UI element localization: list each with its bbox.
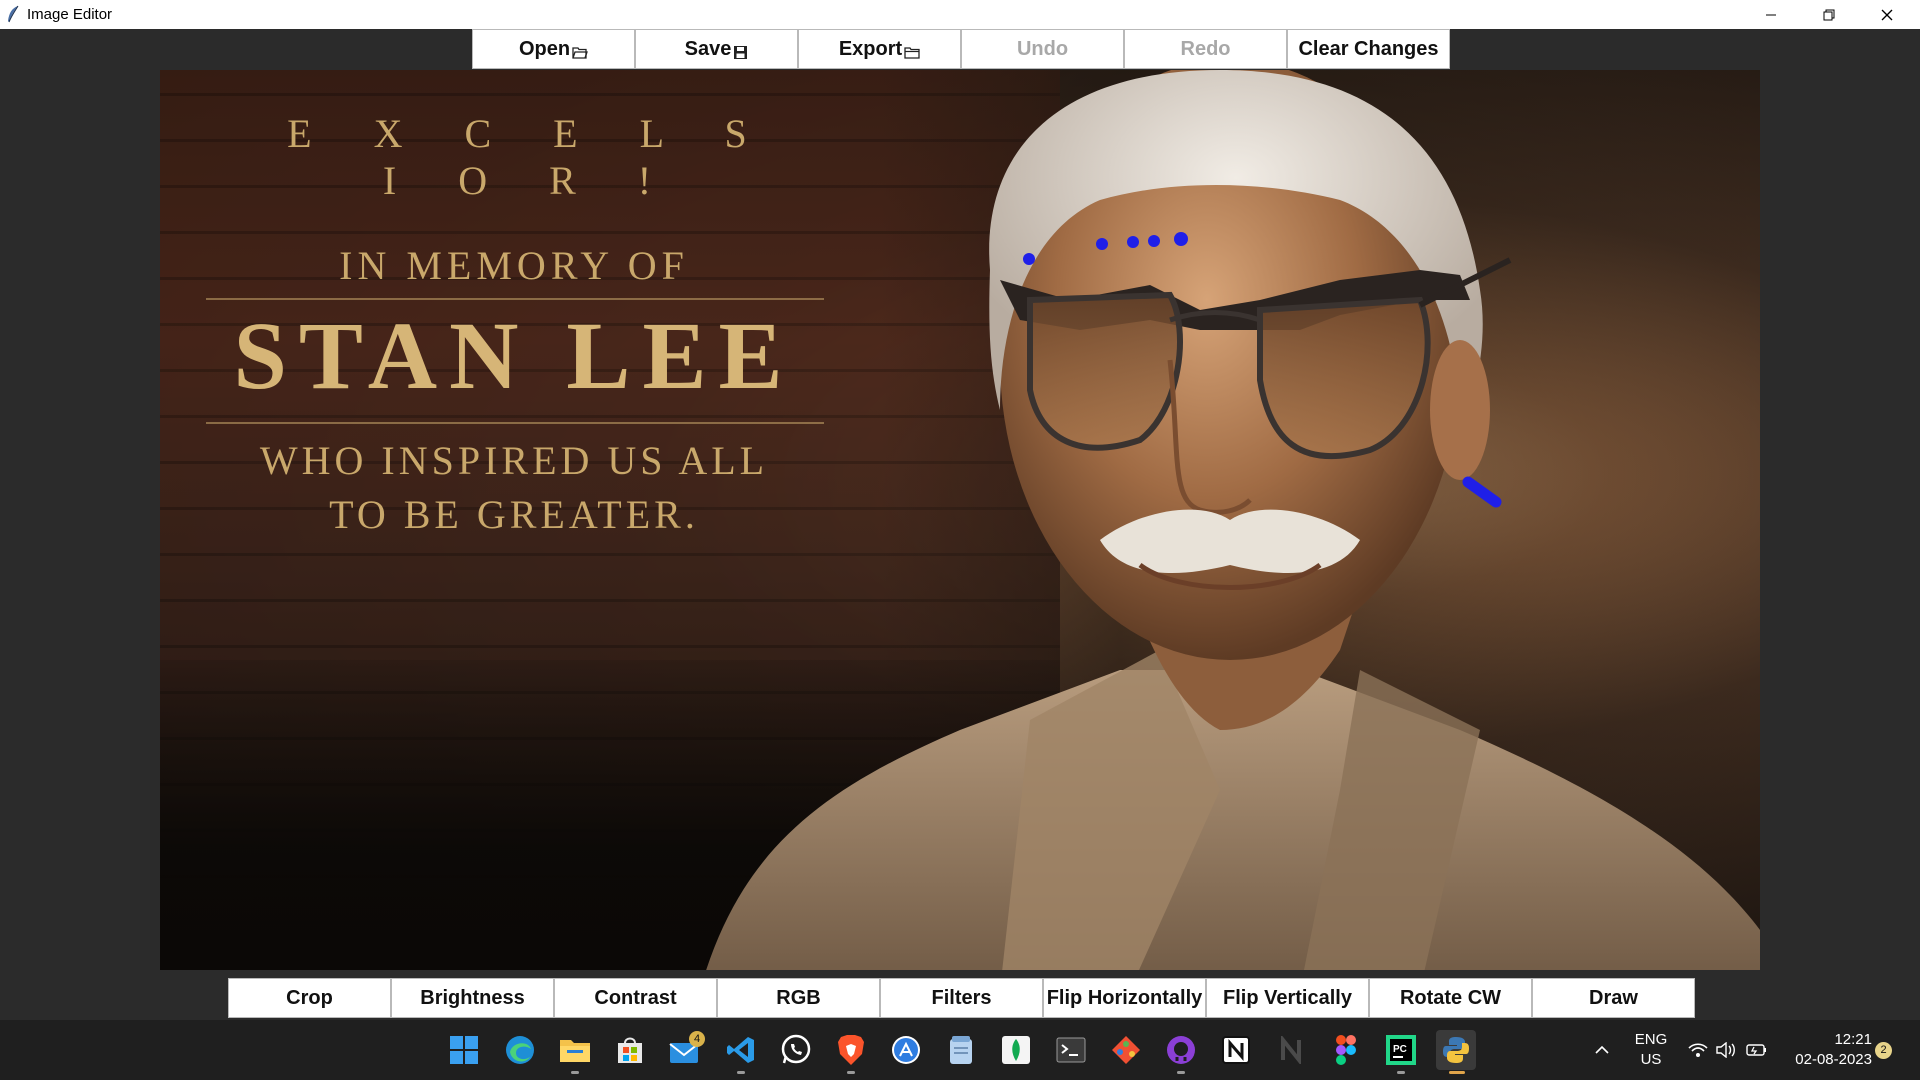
export-button[interactable]: Export (798, 29, 961, 69)
running-indicator (1397, 1071, 1405, 1074)
excelsior-text: E X C E L S I O R ! (287, 111, 773, 203)
close-button[interactable] (1858, 0, 1916, 29)
top-toolbar: Open Save Export Undo Redo Clear Changes (472, 29, 1450, 69)
store-icon[interactable] (610, 1030, 650, 1070)
notion-icon[interactable] (1216, 1030, 1256, 1070)
rgb-button[interactable]: RGB (717, 978, 880, 1018)
flip-vertically-button[interactable]: Flip Vertically (1206, 978, 1369, 1018)
brightness-button[interactable]: Brightness (391, 978, 554, 1018)
flip-horizontally-button[interactable]: Flip Horizontally (1043, 978, 1206, 1018)
rotate-cw-button[interactable]: Rotate CW (1369, 978, 1532, 1018)
language-line-1[interactable]: ENG (1626, 1031, 1676, 1048)
filters-button[interactable]: Filters (880, 978, 1043, 1018)
undo-button[interactable]: Undo (961, 29, 1124, 69)
restore-button[interactable] (1800, 0, 1858, 29)
window-title: Image Editor (27, 6, 113, 23)
bottom-toolbar: Crop Brightness Contrast RGB Filters Fli… (228, 978, 1695, 1018)
drawn-dot (1023, 253, 1035, 265)
tribute-line-2: TO BE GREATER. (329, 492, 699, 537)
mail-badge: 4 (689, 1031, 705, 1047)
save-button[interactable]: Save (635, 29, 798, 69)
python-icon[interactable] (1436, 1030, 1476, 1070)
running-indicator (571, 1071, 579, 1074)
clock-time[interactable]: 12:21 (1780, 1031, 1872, 1048)
crop-button[interactable]: Crop (228, 978, 391, 1018)
minimize-icon (1766, 14, 1776, 15)
export-label: Export (838, 37, 903, 60)
title-bar: Image Editor (0, 0, 1920, 29)
app-store-icon[interactable] (886, 1030, 926, 1070)
open-label: Open (518, 37, 571, 60)
draw-button[interactable]: Draw (1532, 978, 1695, 1018)
image-canvas[interactable]: E X C E L S I O R ! IN MEMORY OF STAN LE… (160, 70, 1760, 970)
drawn-dot (1148, 235, 1160, 247)
terminal-icon[interactable] (1051, 1030, 1091, 1070)
in-memory-text: IN MEMORY OF (339, 243, 689, 288)
tribute-line-1: WHO INSPIRED US ALL (259, 438, 769, 483)
whatsapp-icon[interactable] (776, 1030, 816, 1070)
floppy-icon (734, 45, 748, 59)
divider-line (206, 422, 824, 424)
save-label: Save (684, 37, 732, 60)
folder-open-icon (572, 46, 588, 59)
mongodb-icon[interactable] (996, 1030, 1036, 1070)
git-icon[interactable] (1106, 1030, 1146, 1070)
running-indicator (847, 1071, 855, 1074)
active-indicator (1449, 1071, 1465, 1074)
clear-changes-button[interactable]: Clear Changes (1287, 29, 1450, 69)
drawn-dot (1127, 236, 1139, 248)
pycharm-icon[interactable]: PC (1381, 1030, 1421, 1070)
brave-icon[interactable] (831, 1030, 871, 1070)
notification-badge[interactable]: 2 (1875, 1042, 1892, 1059)
battery-icon[interactable] (1737, 1030, 1777, 1070)
vscode-icon[interactable] (721, 1030, 761, 1070)
redo-button[interactable]: Redo (1124, 29, 1287, 69)
clear-changes-label: Clear Changes (1298, 37, 1439, 60)
running-indicator (737, 1071, 745, 1074)
drawn-stroke (1462, 476, 1502, 508)
running-indicator (1177, 1071, 1185, 1074)
clock-date[interactable]: 02-08-2023 (1780, 1051, 1872, 1068)
svg-text:PC: PC (1393, 1044, 1407, 1055)
github-desktop-icon[interactable] (1161, 1030, 1201, 1070)
chevron-up-icon[interactable] (1582, 1030, 1622, 1070)
drawn-dot (1174, 232, 1188, 246)
file-explorer-icon[interactable] (555, 1030, 595, 1070)
close-icon (1881, 9, 1893, 20)
figma-icon[interactable] (1326, 1030, 1366, 1070)
open-button[interactable]: Open (472, 29, 635, 69)
minimize-button[interactable] (1742, 0, 1800, 29)
restore-icon (1823, 9, 1835, 20)
windows-start-icon[interactable] (444, 1030, 484, 1070)
redo-label: Redo (1180, 37, 1231, 60)
undo-label: Undo (1016, 37, 1069, 60)
notion-alt-icon[interactable] (1271, 1030, 1311, 1070)
drawn-dot (1096, 238, 1108, 250)
folder-icon (904, 46, 920, 59)
edge-icon[interactable] (500, 1030, 540, 1070)
notepad-icon[interactable] (941, 1030, 981, 1070)
language-line-2[interactable]: US (1626, 1051, 1676, 1068)
name-text: STAN LEE (233, 302, 795, 409)
contrast-button[interactable]: Contrast (554, 978, 717, 1018)
tribute-text: WHO INSPIRED US ALL TO BE GREATER. (204, 434, 824, 542)
feather-icon (8, 5, 19, 23)
